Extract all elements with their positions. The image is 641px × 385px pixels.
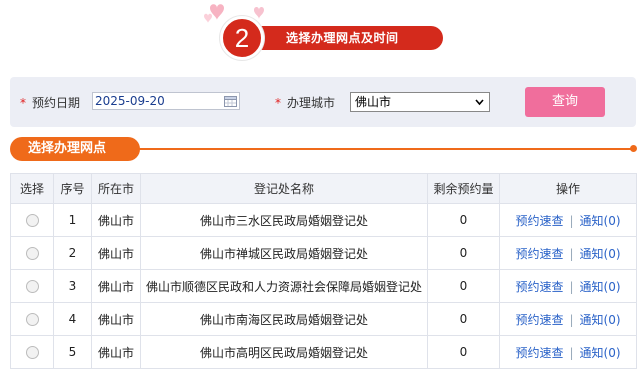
row-seq: 2: [53, 236, 92, 270]
calendar-icon[interactable]: [224, 95, 237, 107]
table-row: 3 佛山市 佛山市顺德区民政和人力资源社会保障局婚姻登记处 0 预约速查 | 通知(…: [10, 269, 637, 303]
row-office-name: 佛山市三水区民政局婚姻登记处: [140, 203, 428, 237]
row-office-name: 佛山市高明区民政局婚姻登记处: [140, 335, 428, 369]
row-seq: 3: [53, 269, 92, 303]
table-header-row: 选择 序号 所在市 登记处名称 剩余预约量 操作: [10, 173, 637, 204]
row-city: 佛山市: [91, 236, 141, 270]
city-label: * 办理城市: [275, 96, 336, 110]
quick-check-link[interactable]: 预约速查: [515, 247, 563, 261]
date-field[interactable]: 2025-09-20: [92, 92, 240, 110]
table-row: 1 佛山市 佛山市三水区民政局婚姻登记处 0 预约速查 | 通知(0): [10, 203, 637, 237]
action-separator: |: [569, 213, 574, 228]
notice-link[interactable]: 通知(0): [580, 247, 621, 261]
quick-check-link[interactable]: 预约速查: [515, 280, 563, 294]
row-select-radio[interactable]: [25, 214, 39, 227]
header-actions: 操作: [499, 173, 637, 204]
row-city: 佛山市: [91, 203, 141, 237]
row-remaining: 0: [427, 203, 500, 237]
row-select-radio[interactable]: [25, 247, 39, 260]
notice-link[interactable]: 通知(0): [580, 346, 621, 360]
table-row: 5 佛山市 佛山市高明区民政局婚姻登记处 0 预约速查 | 通知(0): [10, 335, 637, 369]
step-title: 选择办理网点及时间: [286, 31, 399, 45]
row-office-name: 佛山市南海区民政局婚姻登记处: [140, 302, 428, 336]
office-table: 选择 序号 所在市 登记处名称 剩余预约量 操作 1 佛山市 佛山市三水区民政局…: [10, 173, 637, 369]
query-button[interactable]: 查询: [525, 87, 605, 117]
row-remaining: 0: [427, 302, 500, 336]
date-label: * 预约日期: [20, 96, 81, 110]
header-remaining: 剩余预约量: [427, 173, 500, 204]
action-separator: |: [569, 312, 574, 327]
row-remaining: 0: [427, 335, 500, 369]
action-separator: |: [569, 345, 574, 360]
row-select-radio[interactable]: [25, 346, 39, 359]
row-city: 佛山市: [91, 269, 141, 303]
row-city: 佛山市: [91, 302, 141, 336]
row-select-radio[interactable]: [25, 313, 39, 326]
header-name: 登记处名称: [140, 173, 428, 204]
row-seq: 5: [53, 335, 92, 369]
table-row: 4 佛山市 佛山市南海区民政局婚姻登记处 0 预约速查 | 通知(0): [10, 302, 637, 336]
row-seq: 1: [53, 203, 92, 237]
header-city: 所在市: [91, 173, 141, 204]
quick-check-link[interactable]: 预约速查: [515, 346, 563, 360]
action-separator: |: [569, 279, 574, 294]
step-banner: 选择办理网点及时间 2: [200, 0, 450, 60]
row-remaining: 0: [427, 269, 500, 303]
row-office-name: 佛山市禅城区民政局婚姻登记处: [140, 236, 428, 270]
table-row: 2 佛山市 佛山市禅城区民政局婚姻登记处 0 预约速查 | 通知(0): [10, 236, 637, 270]
row-city: 佛山市: [91, 335, 141, 369]
date-value: 2025-09-20: [95, 94, 165, 108]
header-seq: 序号: [53, 173, 92, 204]
row-remaining: 0: [427, 236, 500, 270]
quick-check-link[interactable]: 预约速查: [515, 313, 563, 327]
row-seq: 4: [53, 302, 92, 336]
city-value: 佛山市: [355, 95, 392, 109]
step-number: 2: [220, 16, 264, 60]
notice-link[interactable]: 通知(0): [580, 280, 621, 294]
chevron-down-icon: [475, 99, 484, 106]
search-panel: * 预约日期 2025-09-20 * 办理城市 佛山市 查询: [10, 77, 636, 127]
row-select-radio[interactable]: [25, 280, 39, 293]
notice-link[interactable]: 通知(0): [580, 313, 621, 327]
city-select[interactable]: 佛山市: [350, 92, 490, 112]
notice-link[interactable]: 通知(0): [580, 214, 621, 228]
section-title: 选择办理网点: [10, 137, 140, 161]
quick-check-link[interactable]: 预约速查: [515, 214, 563, 228]
section-divider: [138, 148, 632, 150]
section-divider-dot: [630, 145, 637, 152]
header-select: 选择: [10, 173, 54, 204]
action-separator: |: [569, 246, 574, 261]
row-office-name: 佛山市顺德区民政和人力资源社会保障局婚姻登记处: [140, 269, 428, 303]
